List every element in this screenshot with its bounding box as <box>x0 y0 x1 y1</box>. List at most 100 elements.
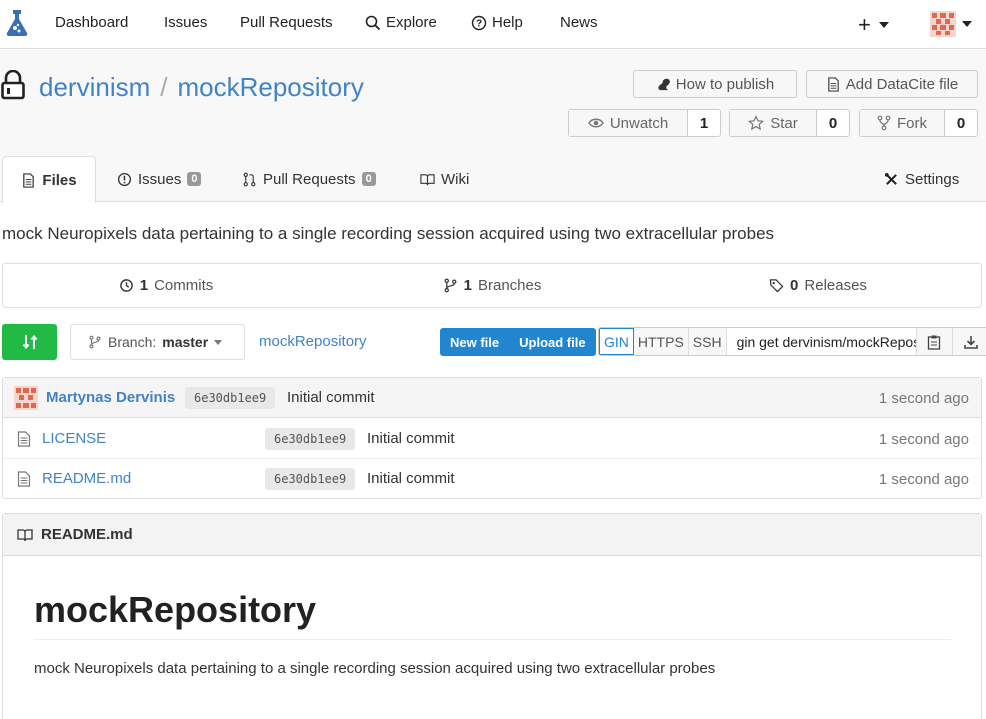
create-new-menu[interactable]: + <box>858 12 889 38</box>
clone-protocol-ssh[interactable]: SSH <box>688 328 727 355</box>
file-icon <box>17 431 31 447</box>
breadcrumb[interactable]: mockRepository <box>259 333 367 350</box>
fork-button[interactable]: Fork <box>860 110 945 136</box>
watch-count[interactable]: 1 <box>688 110 720 136</box>
commit-message[interactable]: Initial commit <box>367 470 455 487</box>
star-icon <box>748 115 765 131</box>
file-text-icon <box>21 172 36 188</box>
fork-count[interactable]: 0 <box>945 110 977 136</box>
how-to-publish-button[interactable]: How to publish <box>633 70 797 98</box>
add-datacite-button[interactable]: Add DataCite file <box>806 70 978 98</box>
clone-protocol-gin[interactable]: GIN <box>599 328 634 355</box>
readme-panel: README.md mockRepository mock Neuropixel… <box>2 513 982 719</box>
commit-sha[interactable]: 6e30db1ee9 <box>185 387 276 409</box>
book-icon <box>420 172 435 187</box>
path-separator: / <box>160 72 168 102</box>
top-navbar: Dashboard Issues Pull Requests Explore ?… <box>0 0 986 49</box>
chevron-down-icon <box>878 22 889 28</box>
book-icon <box>17 527 33 543</box>
commit-age: 1 second ago <box>878 390 969 407</box>
file-actions: New file Upload file <box>440 328 596 356</box>
commit-sha[interactable]: 6e30db1ee9 <box>265 428 356 450</box>
readme-header: README.md <box>3 514 981 556</box>
repo-description: mock Neuropixels data pertaining to a si… <box>2 224 775 243</box>
tools-icon <box>884 172 899 187</box>
commit-age: 1 second ago <box>878 431 969 448</box>
issue-opened-icon <box>117 172 132 187</box>
clone-protocol-https[interactable]: HTTPS <box>633 328 689 355</box>
readme-body: mock Neuropixels data pertaining to a si… <box>34 660 716 677</box>
new-file-button[interactable]: New file <box>440 328 509 356</box>
nav-news[interactable]: News <box>560 14 598 31</box>
nav-dashboard[interactable]: Dashboard <box>55 14 128 31</box>
readme-heading: mockRepository <box>34 589 951 640</box>
copy-clone-url-button[interactable] <box>916 328 953 355</box>
nav-pull-requests[interactable]: Pull Requests <box>240 14 333 31</box>
compare-arrows-icon <box>22 333 38 351</box>
git-pull-request-icon <box>242 172 257 187</box>
file-text-icon <box>826 76 841 92</box>
commit-author-link[interactable]: Martynas Dervinis <box>46 389 175 406</box>
tag-icon <box>769 278 784 293</box>
tab-issues[interactable]: Issues 0 <box>117 156 202 202</box>
repo-name-link[interactable]: mockRepository <box>177 72 363 102</box>
commit-message[interactable]: Initial commit <box>287 389 375 406</box>
commits-stat[interactable]: 1 Commits <box>3 264 329 307</box>
branches-stat[interactable]: 1 Branches <box>329 264 655 307</box>
table-row: README.md 6e30db1ee9 Initial commit 1 se… <box>3 459 981 499</box>
avatar <box>14 386 38 410</box>
avatar <box>930 11 956 37</box>
repo-stats-bar: 1 Commits 1 Branches 0 Releases <box>2 263 982 308</box>
repo-title: dervinism / mockRepository <box>39 72 364 103</box>
user-menu[interactable] <box>930 11 972 37</box>
plus-icon: + <box>858 12 871 37</box>
tab-files[interactable]: Files <box>2 156 96 203</box>
issues-count-badge: 0 <box>187 172 202 186</box>
git-branch-icon <box>443 278 458 293</box>
compare-button[interactable] <box>2 324 57 360</box>
clone-url-input[interactable]: gin get dervinism/mockRepository <box>727 328 917 355</box>
search-icon <box>365 15 381 31</box>
releases-stat[interactable]: 0 Releases <box>655 264 981 307</box>
file-name-link[interactable]: README.md <box>42 470 131 487</box>
file-icon <box>17 471 31 487</box>
fork-group: Fork 0 <box>859 109 978 137</box>
watch-group: Unwatch 1 <box>568 109 721 137</box>
commit-sha[interactable]: 6e30db1ee9 <box>265 468 356 490</box>
clipboard-icon <box>926 334 942 350</box>
readme-filename: README.md <box>41 526 133 543</box>
download-icon <box>963 334 979 350</box>
tab-settings[interactable]: Settings <box>884 156 959 202</box>
branch-name: master <box>162 334 209 350</box>
nav-issues[interactable]: Issues <box>164 14 207 31</box>
star-count[interactable]: 0 <box>817 110 849 136</box>
git-branch-icon <box>88 334 102 350</box>
download-button[interactable] <box>952 328 986 355</box>
star-group: Star 0 <box>729 109 850 137</box>
star-button[interactable]: Star <box>730 110 817 136</box>
svg-text:?: ? <box>476 18 482 29</box>
file-name-link[interactable]: LICENSE <box>42 430 106 447</box>
nav-explore[interactable]: Explore <box>365 14 437 31</box>
branch-selector[interactable]: Branch: master <box>70 324 245 360</box>
pulls-count-badge: 0 <box>361 172 376 186</box>
commit-age: 1 second ago <box>878 471 969 488</box>
chevron-down-icon <box>962 21 972 27</box>
latest-commit-row: Martynas Dervinis 6e30db1ee9 Initial com… <box>3 378 981 418</box>
file-table: Martynas Dervinis 6e30db1ee9 Initial com… <box>2 377 982 499</box>
history-icon <box>119 278 134 293</box>
tab-wiki[interactable]: Wiki <box>420 156 469 202</box>
nav-help[interactable]: ? Help <box>471 14 523 31</box>
squirrel-icon <box>656 77 671 92</box>
repo-owner-link[interactable]: dervinism <box>39 72 150 102</box>
commit-message[interactable]: Initial commit <box>367 430 455 447</box>
table-row: LICENSE 6e30db1ee9 Initial commit 1 seco… <box>3 419 981 459</box>
tab-pull-requests[interactable]: Pull Requests 0 <box>242 156 376 202</box>
eye-icon <box>587 115 604 131</box>
clone-panel: GIN HTTPS SSH gin get dervinism/mockRepo… <box>598 327 986 356</box>
unwatch-button[interactable]: Unwatch <box>569 110 688 136</box>
upload-file-button[interactable]: Upload file <box>509 328 595 356</box>
gin-logo-icon[interactable] <box>5 8 29 38</box>
fork-icon <box>877 115 891 131</box>
help-circle-icon: ? <box>471 15 487 31</box>
